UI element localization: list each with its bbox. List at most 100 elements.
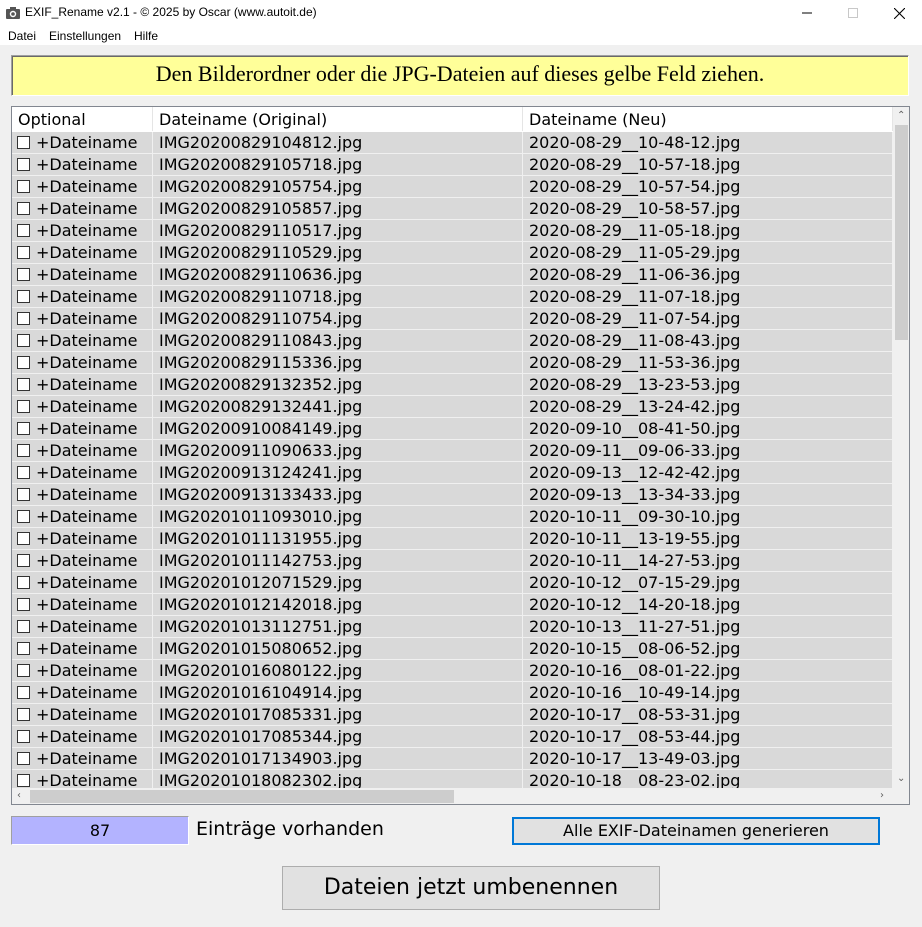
add-filename-checkbox[interactable] [17, 334, 30, 347]
table-row[interactable]: +Dateiname IMG20200910084149.jpg 2020-09-1… [12, 418, 893, 440]
original-filename-cell: IMG20200829110843.jpg [153, 330, 523, 351]
table-row[interactable]: +Dateiname IMG20200829110529.jpg 2020-08-2… [12, 242, 893, 264]
add-filename-checkbox[interactable] [17, 554, 30, 567]
scroll-up-icon[interactable]: ⌃ [897, 111, 905, 121]
optional-cell: +Dateiname [12, 330, 153, 351]
optional-label: +Dateiname [36, 485, 138, 504]
new-filename-cell: 2020-08-29__11-05-18.jpg [523, 220, 893, 241]
table-row[interactable]: +Dateiname IMG20201011142753.jpg 2020-10-1… [12, 550, 893, 572]
table-row[interactable]: +Dateiname IMG20200913124241.jpg 2020-09-1… [12, 462, 893, 484]
scroll-down-icon[interactable]: ⌄ [897, 774, 905, 784]
add-filename-checkbox[interactable] [17, 158, 30, 171]
table-row[interactable]: +Dateiname IMG20201011131955.jpg 2020-10-1… [12, 528, 893, 550]
table-row[interactable]: +Dateiname IMG20200829115336.jpg 2020-08-2… [12, 352, 893, 374]
add-filename-checkbox[interactable] [17, 268, 30, 281]
table-row[interactable]: +Dateiname IMG20200829110843.jpg 2020-08-2… [12, 330, 893, 352]
scroll-right-icon[interactable]: › [880, 791, 884, 801]
window-title: EXIF_Rename v2.1 - © 2025 by Oscar (www.… [25, 5, 317, 19]
new-filename-cell: 2020-08-29__10-48-12.jpg [523, 132, 893, 153]
minimize-icon [802, 12, 812, 14]
add-filename-checkbox[interactable] [17, 356, 30, 369]
original-filename-cell: IMG20200829115336.jpg [153, 352, 523, 373]
add-filename-checkbox[interactable] [17, 774, 30, 787]
optional-cell: +Dateiname [12, 286, 153, 307]
table-row[interactable]: +Dateiname IMG20200829110754.jpg 2020-08-2… [12, 308, 893, 330]
add-filename-checkbox[interactable] [17, 378, 30, 391]
new-filename-cell: 2020-08-29__13-23-53.jpg [523, 374, 893, 395]
add-filename-checkbox[interactable] [17, 620, 30, 633]
table-row[interactable]: +Dateiname IMG20201017085331.jpg 2020-10-1… [12, 704, 893, 726]
add-filename-checkbox[interactable] [17, 466, 30, 479]
minimize-button[interactable] [784, 0, 830, 26]
table-row[interactable]: +Dateiname IMG20201016104914.jpg 2020-10-1… [12, 682, 893, 704]
table-row[interactable]: +Dateiname IMG20200829132441.jpg 2020-08-2… [12, 396, 893, 418]
add-filename-checkbox[interactable] [17, 224, 30, 237]
add-filename-checkbox[interactable] [17, 136, 30, 149]
table-row[interactable]: +Dateiname IMG20201018082302.jpg 2020-10-1… [12, 770, 893, 788]
table-row[interactable]: +Dateiname IMG20200829110636.jpg 2020-08-2… [12, 264, 893, 286]
table-row[interactable]: +Dateiname IMG20201012142018.jpg 2020-10-1… [12, 594, 893, 616]
add-filename-checkbox[interactable] [17, 708, 30, 721]
close-icon [893, 7, 905, 19]
original-filename-cell: IMG20200829110517.jpg [153, 220, 523, 241]
column-header-new[interactable]: Dateiname (Neu) [523, 107, 893, 131]
table-row[interactable]: +Dateiname IMG20200913133433.jpg 2020-09-1… [12, 484, 893, 506]
optional-cell: +Dateiname [12, 418, 153, 439]
add-filename-checkbox[interactable] [17, 730, 30, 743]
add-filename-checkbox[interactable] [17, 488, 30, 501]
menu-hilfe[interactable]: Hilfe [134, 29, 158, 43]
add-filename-checkbox[interactable] [17, 664, 30, 677]
add-filename-checkbox[interactable] [17, 180, 30, 193]
generate-exif-names-button[interactable]: Alle EXIF-Dateinamen generieren [512, 817, 880, 845]
add-filename-checkbox[interactable] [17, 686, 30, 699]
add-filename-checkbox[interactable] [17, 642, 30, 655]
optional-cell: +Dateiname [12, 726, 153, 747]
add-filename-checkbox[interactable] [17, 422, 30, 435]
add-filename-checkbox[interactable] [17, 290, 30, 303]
horizontal-scrollbar[interactable]: ‹ › [12, 788, 893, 804]
maximize-button[interactable] [830, 0, 876, 26]
table-row[interactable]: +Dateiname IMG20201012071529.jpg 2020-10-1… [12, 572, 893, 594]
table-row[interactable]: +Dateiname IMG20200911090633.jpg 2020-09-1… [12, 440, 893, 462]
table-row[interactable]: +Dateiname IMG20201017085344.jpg 2020-10-1… [12, 726, 893, 748]
rename-files-button[interactable]: Dateien jetzt umbenennen [282, 866, 660, 910]
column-header-original[interactable]: Dateiname (Original) [153, 107, 523, 131]
table-row[interactable]: +Dateiname IMG20201015080652.jpg 2020-10-1… [12, 638, 893, 660]
optional-cell: +Dateiname [12, 770, 153, 788]
menu-einstellungen[interactable]: Einstellungen [49, 29, 121, 43]
original-filename-cell: IMG20200829105754.jpg [153, 176, 523, 197]
table-row[interactable]: +Dateiname IMG20200829110517.jpg 2020-08-2… [12, 220, 893, 242]
table-row[interactable]: +Dateiname IMG20200829104812.jpg 2020-08-2… [12, 132, 893, 154]
add-filename-checkbox[interactable] [17, 752, 30, 765]
title-bar[interactable]: EXIF_Rename v2.1 - © 2025 by Oscar (www.… [0, 0, 922, 26]
optional-label: +Dateiname [36, 463, 138, 482]
add-filename-checkbox[interactable] [17, 312, 30, 325]
table-row[interactable]: +Dateiname IMG20200829132352.jpg 2020-08-2… [12, 374, 893, 396]
add-filename-checkbox[interactable] [17, 444, 30, 457]
scroll-left-icon[interactable]: ‹ [17, 791, 21, 801]
add-filename-checkbox[interactable] [17, 532, 30, 545]
add-filename-checkbox[interactable] [17, 576, 30, 589]
table-row[interactable]: +Dateiname IMG20200829105857.jpg 2020-08-2… [12, 198, 893, 220]
vertical-scroll-thumb[interactable] [895, 125, 908, 340]
table-row[interactable]: +Dateiname IMG20200829110718.jpg 2020-08-2… [12, 286, 893, 308]
add-filename-checkbox[interactable] [17, 598, 30, 611]
add-filename-checkbox[interactable] [17, 510, 30, 523]
list-body: +Dateiname IMG20200829104812.jpg 2020-08-2… [12, 132, 893, 788]
add-filename-checkbox[interactable] [17, 202, 30, 215]
table-row[interactable]: +Dateiname IMG20200829105754.jpg 2020-08-2… [12, 176, 893, 198]
table-row[interactable]: +Dateiname IMG20200829105718.jpg 2020-08-2… [12, 154, 893, 176]
vertical-scrollbar[interactable]: ⌃ ⌄ [893, 107, 909, 788]
drop-zone[interactable]: Den Bilderordner oder die JPG-Dateien au… [11, 55, 909, 96]
horizontal-scroll-thumb[interactable] [30, 790, 454, 803]
add-filename-checkbox[interactable] [17, 246, 30, 259]
column-header-optional[interactable]: Optional [12, 107, 153, 131]
table-row[interactable]: +Dateiname IMG20201017134903.jpg 2020-10-1… [12, 748, 893, 770]
table-row[interactable]: +Dateiname IMG20201011093010.jpg 2020-10-1… [12, 506, 893, 528]
menu-datei[interactable]: Datei [8, 29, 36, 43]
file-list[interactable]: Optional Dateiname (Original) Dateiname … [11, 106, 910, 805]
table-row[interactable]: +Dateiname IMG20201013112751.jpg 2020-10-1… [12, 616, 893, 638]
add-filename-checkbox[interactable] [17, 400, 30, 413]
close-button[interactable] [876, 0, 922, 26]
table-row[interactable]: +Dateiname IMG20201016080122.jpg 2020-10-1… [12, 660, 893, 682]
